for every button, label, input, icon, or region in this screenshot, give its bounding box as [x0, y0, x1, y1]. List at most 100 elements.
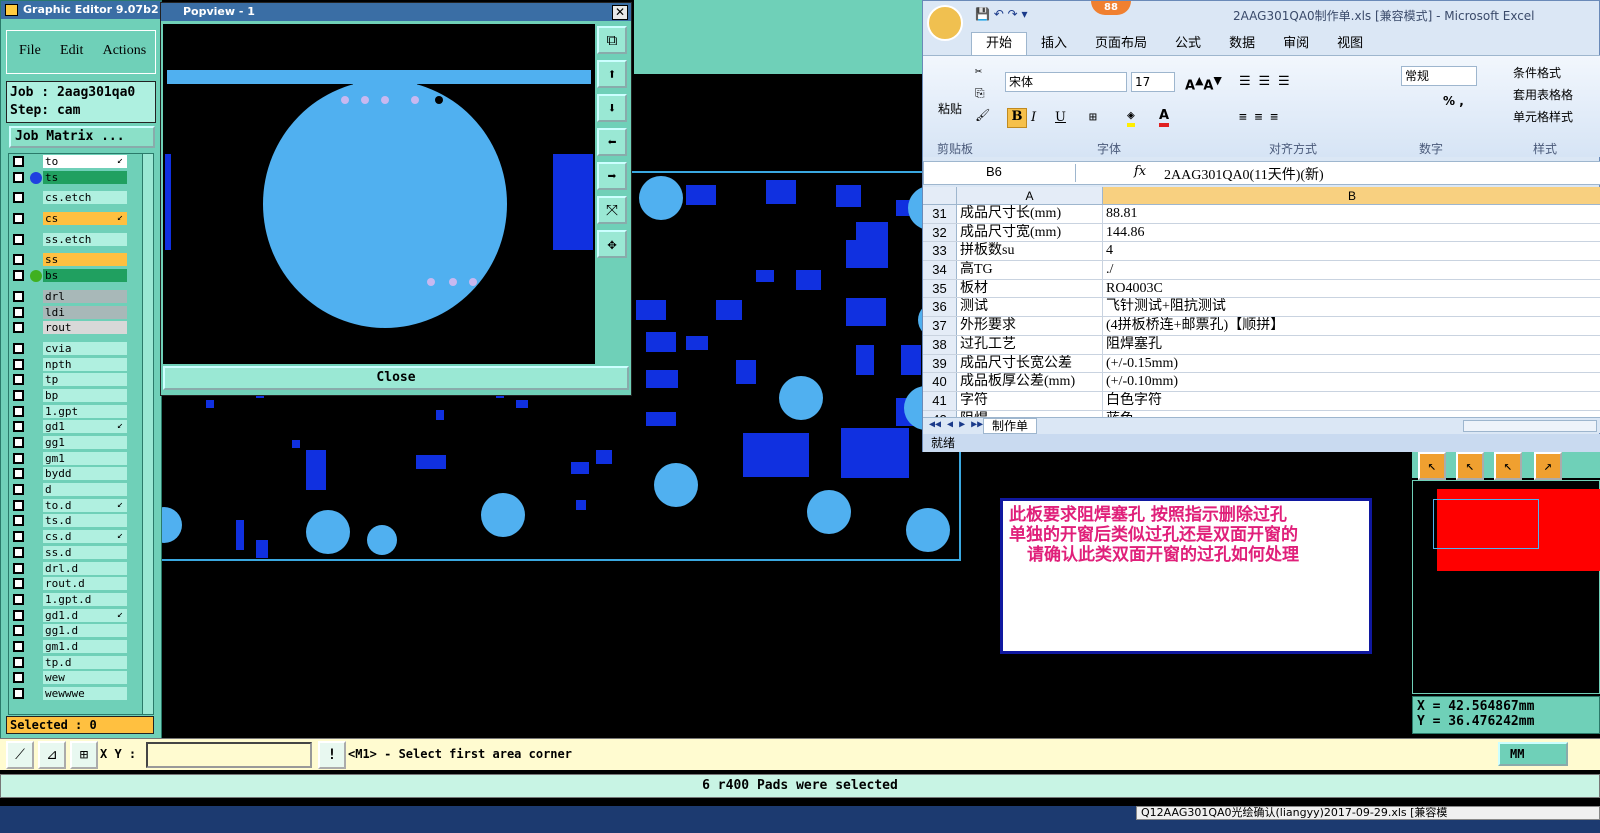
menu-file[interactable]: File: [19, 43, 41, 59]
layer-row[interactable]: drl: [9, 289, 147, 305]
layer-name[interactable]: tp.d: [43, 655, 127, 669]
layer-checkbox[interactable]: [13, 156, 24, 167]
menu-actions[interactable]: Actions: [103, 43, 147, 59]
pan-down-icon[interactable]: ⬇: [597, 94, 627, 122]
ribbon-tab[interactable]: 数据: [1215, 33, 1269, 55]
layer-checkbox[interactable]: [13, 656, 24, 668]
layer-row[interactable]: gg1: [9, 435, 147, 451]
layer-name[interactable]: gd1: [43, 420, 127, 434]
units-select[interactable]: MM: [1498, 742, 1568, 766]
layer-row[interactable]: ss: [9, 252, 147, 268]
layer-row[interactable]: cs ↙: [9, 211, 147, 227]
select-tool-icon[interactable]: ↖: [1456, 452, 1484, 480]
layer-checkbox[interactable]: [13, 515, 24, 527]
fit-screen-icon[interactable]: ⤧: [597, 196, 627, 224]
col-header-b[interactable]: B: [1103, 187, 1600, 204]
layer-checkbox[interactable]: [13, 484, 24, 496]
layer-checkbox[interactable]: [13, 389, 24, 401]
cell-a[interactable]: 过孔工艺: [957, 335, 1103, 354]
layer-name[interactable]: wewwwe: [43, 687, 127, 700]
sheet-tab[interactable]: 制作单: [983, 418, 1038, 434]
layer-name[interactable]: to.d: [43, 498, 127, 512]
layer-name[interactable]: gm1.d: [43, 639, 127, 653]
layer-name[interactable]: 1.gpt: [43, 404, 127, 418]
table-format-link[interactable]: 套用表格格: [1513, 86, 1573, 103]
conditional-format-link[interactable]: 条件格式: [1513, 64, 1561, 81]
layer-row[interactable]: bp: [9, 388, 147, 404]
measure-tool-icon[interactable]: ↗: [1534, 452, 1562, 480]
layer-name[interactable]: to: [43, 155, 127, 168]
layer-name[interactable]: gg1.d: [43, 624, 127, 638]
zoom-home-icon[interactable]: ✥: [597, 230, 627, 258]
layer-row[interactable]: ts: [9, 170, 147, 186]
copy-icon[interactable]: ⎘: [975, 86, 985, 101]
horizontal-scrollbar[interactable]: [1463, 420, 1597, 432]
percent-icon[interactable]: % ,: [1443, 94, 1464, 108]
layer-name[interactable]: bp: [43, 388, 127, 402]
layer-row[interactable]: ldi: [9, 305, 147, 321]
layer-name[interactable]: drl: [43, 289, 127, 303]
layer-row[interactable]: gm1: [9, 451, 147, 467]
layer-checkbox[interactable]: [13, 468, 24, 480]
cell-styles-link[interactable]: 单元格样式: [1513, 108, 1573, 125]
layer-name[interactable]: wew: [43, 671, 127, 685]
layer-name[interactable]: cs.d: [43, 530, 127, 544]
ribbon-tab[interactable]: 页面布局: [1081, 33, 1161, 55]
layer-name[interactable]: ss.etch: [43, 232, 127, 246]
close-icon[interactable]: ✕: [612, 5, 628, 20]
layer-row[interactable]: cvia: [9, 341, 147, 357]
ribbon-tab[interactable]: 插入: [1027, 33, 1081, 55]
cell-b[interactable]: 144.86: [1103, 224, 1600, 242]
layer-name[interactable]: ss.d: [43, 545, 127, 559]
layer-name[interactable]: rout: [43, 321, 127, 335]
zoom-window-icon[interactable]: ⧉: [597, 26, 627, 54]
layer-checkbox[interactable]: [13, 342, 24, 354]
layer-row[interactable]: tp.d: [9, 655, 147, 671]
layer-name[interactable]: cs.etch: [43, 191, 127, 205]
layer-row[interactable]: gg1.d: [9, 623, 147, 639]
layer-row[interactable]: ss.etch: [9, 232, 147, 248]
quick-access-toolbar[interactable]: 💾 ↶ ↷ ▾: [975, 7, 1028, 21]
layer-checkbox[interactable]: [13, 254, 24, 266]
layer-checkbox[interactable]: [13, 531, 24, 543]
layer-checkbox[interactable]: [13, 192, 24, 204]
layer-row[interactable]: cs.etch: [9, 190, 147, 206]
pan-left-icon[interactable]: ⬅: [597, 128, 627, 156]
font-name-select[interactable]: 宋体: [1005, 72, 1127, 92]
grow-font-icon[interactable]: A▲A▼: [1185, 74, 1222, 93]
paste-button[interactable]: 粘贴: [933, 64, 967, 126]
cell-b[interactable]: 4: [1103, 242, 1600, 260]
popview-close-button[interactable]: Close: [163, 366, 629, 390]
layer-checkbox[interactable]: [13, 688, 24, 699]
mini-map[interactable]: [1412, 480, 1600, 694]
grid-snap-icon[interactable]: ⊿: [38, 741, 66, 769]
table-row[interactable]: 40 成品板厚公差(mm) (+/-0.10mm): [923, 373, 1600, 392]
name-box[interactable]: B6: [926, 164, 1076, 182]
layer-row[interactable]: rout: [9, 320, 147, 336]
layer-row[interactable]: ts.d: [9, 513, 147, 529]
cell-b[interactable]: RO4003C: [1103, 280, 1600, 298]
table-row[interactable]: 38 过孔工艺 阻焊塞孔: [923, 335, 1600, 355]
align-left-icon[interactable]: ≡ ≡ ≡: [1239, 110, 1278, 125]
layer-checkbox[interactable]: [13, 233, 24, 245]
italic-button[interactable]: I: [1031, 110, 1036, 125]
col-header-a[interactable]: A: [957, 187, 1103, 204]
cell-b[interactable]: 白色字符: [1103, 392, 1600, 410]
layer-row[interactable]: 1.gpt: [9, 404, 147, 420]
font-size-select[interactable]: 17: [1131, 72, 1175, 92]
table-row[interactable]: 41 字符 白色字符: [923, 391, 1600, 411]
layer-checkbox[interactable]: [13, 546, 24, 558]
menu-edit[interactable]: Edit: [60, 43, 83, 59]
layer-checkbox[interactable]: [13, 593, 24, 605]
grid-icon[interactable]: ⊞: [70, 741, 98, 769]
layer-checkbox[interactable]: [13, 437, 24, 448]
format-painter-icon[interactable]: 🖌: [975, 108, 990, 122]
cell-b[interactable]: 88.81: [1103, 205, 1600, 223]
select-all[interactable]: [923, 187, 957, 204]
layer-checkbox[interactable]: [13, 171, 24, 183]
layer-checkbox[interactable]: [13, 405, 24, 417]
layer-scrollbar[interactable]: [142, 153, 154, 715]
layer-row[interactable]: wew: [9, 670, 147, 686]
layer-row[interactable]: wewwwe: [9, 686, 147, 702]
table-row[interactable]: 34 高TG ./: [923, 261, 1600, 280]
